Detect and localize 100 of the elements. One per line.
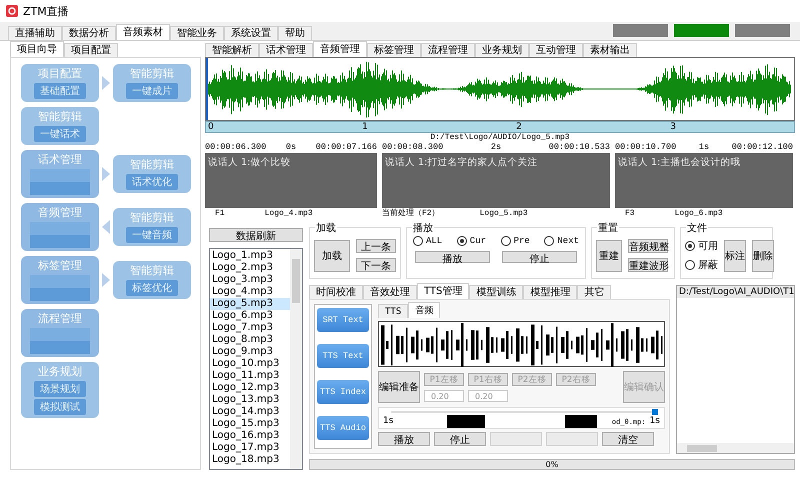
- main-tab[interactable]: 音频素材: [116, 24, 170, 40]
- redaction-block: [447, 415, 485, 428]
- file-path: D:/Test\Logo/AUDIO/Logo_5.mp3: [430, 133, 570, 142]
- file-item[interactable]: Logo_10.mp3: [210, 358, 290, 370]
- reset-button[interactable]: 音频规整: [628, 239, 668, 253]
- file-item[interactable]: Logo_9.mp3: [210, 346, 290, 358]
- tool-tab[interactable]: 其它: [577, 285, 612, 299]
- segment-file: Logo_4.mp3: [264, 208, 313, 219]
- tool-tab[interactable]: 模型推理: [523, 285, 578, 299]
- flow-card-title: 话术管理: [38, 152, 82, 167]
- file-item[interactable]: Logo_13.mp3: [210, 394, 290, 406]
- app-logo-icon: [6, 5, 18, 17]
- segment-text: 说话人 1:做个比较: [205, 153, 377, 208]
- action-button[interactable]: 停止: [434, 432, 486, 446]
- main-tab[interactable]: 数据分析: [62, 26, 116, 40]
- audio-tab[interactable]: 音频管理: [313, 41, 367, 57]
- flow-card-title: 项目配置: [38, 66, 82, 81]
- action-button[interactable]: 播放: [378, 432, 430, 446]
- file-item[interactable]: Logo_1.mp3: [210, 250, 290, 262]
- file-button[interactable]: 标注: [724, 240, 746, 272]
- nav-button[interactable]: 上一条: [356, 239, 396, 253]
- main-tab[interactable]: 智能业务: [170, 26, 224, 40]
- panel-tab[interactable]: 项目向导: [10, 41, 64, 57]
- file-button[interactable]: 删除: [752, 240, 774, 272]
- play-control-button[interactable]: 播放: [415, 251, 490, 263]
- load-button[interactable]: 加载: [314, 240, 350, 272]
- audio-tab[interactable]: 流程管理: [421, 43, 475, 57]
- file-item[interactable]: Logo_4.mp3: [210, 286, 290, 298]
- slider-thumb[interactable]: [652, 409, 658, 415]
- reset-button[interactable]: 重建波形: [628, 258, 668, 272]
- tts-tab[interactable]: TTS: [378, 304, 408, 318]
- flow-card-title: 业务规划: [38, 364, 82, 379]
- horizontal-scrollbar[interactable]: [677, 443, 794, 453]
- slot-label: F3: [625, 208, 635, 219]
- file-item[interactable]: Logo_11.mp3: [210, 370, 290, 382]
- segment-text: 说话人 1:主播也会设计的哦: [615, 153, 793, 208]
- timeline-tick: 3: [670, 122, 676, 132]
- main-tab[interactable]: 系统设置: [224, 26, 278, 40]
- mode-radio[interactable]: ALL: [413, 236, 442, 246]
- mode-radio[interactable]: Next: [544, 236, 579, 246]
- total-time: 1s: [650, 416, 660, 426]
- file-item[interactable]: Logo_5.mp3: [210, 298, 290, 310]
- rebuild-button[interactable]: 重建: [596, 240, 622, 272]
- audio-tab[interactable]: 标签管理: [367, 43, 421, 57]
- file-item[interactable]: Logo_6.mp3: [210, 310, 290, 322]
- edit-prepare-button[interactable]: 编辑准备: [378, 371, 420, 403]
- end-time: 00:00:10.533: [548, 142, 610, 153]
- radio-dot[interactable]: [500, 236, 511, 246]
- play-control-button[interactable]: 停止: [502, 251, 577, 263]
- radio-dot[interactable]: [544, 236, 554, 246]
- status-radio[interactable]: 可用: [685, 239, 718, 253]
- main-tab[interactable]: 直播辅助: [8, 26, 62, 40]
- file-item[interactable]: Logo_2.mp3: [210, 262, 290, 274]
- nav-button[interactable]: 下一条: [356, 258, 396, 272]
- tool-tab[interactable]: 模型训练: [469, 285, 524, 299]
- flow-card-title: 标签管理: [38, 258, 82, 273]
- mode-radio[interactable]: Cur: [456, 236, 486, 246]
- tts-tab[interactable]: 音频: [408, 302, 440, 318]
- main-tab[interactable]: 帮助: [278, 26, 312, 40]
- status-radio[interactable]: 屏蔽: [685, 258, 718, 272]
- tool-tab[interactable]: 时间校准: [309, 285, 363, 299]
- file-item[interactable]: Logo_12.mp3: [210, 382, 290, 394]
- slider-track[interactable]: [391, 409, 658, 415]
- file-item[interactable]: Logo_15.mp3: [210, 418, 290, 430]
- audio-tab[interactable]: 智能解析: [205, 43, 259, 57]
- tool-tab[interactable]: TTS管理: [417, 283, 470, 299]
- file-item[interactable]: Logo_3.mp3: [210, 274, 290, 286]
- radio-dot[interactable]: [685, 260, 695, 270]
- audio-tab[interactable]: 话术管理: [259, 43, 313, 57]
- flow-card-title: 流程管理: [38, 311, 82, 326]
- radio-dot[interactable]: [685, 241, 695, 251]
- radio-dot[interactable]: [456, 236, 467, 246]
- duration: 0s: [286, 142, 296, 153]
- group-title: 文件: [686, 221, 708, 235]
- refresh-button[interactable]: 数据刷新: [209, 228, 303, 242]
- start-time: 00:00:06.300: [205, 142, 266, 153]
- end-time: 00:00:07.166: [316, 142, 377, 153]
- blurred-content: [30, 222, 90, 248]
- segment-text: 说话人 1:打过名字的家人点个关注: [382, 153, 610, 208]
- redaction-block: [565, 415, 597, 428]
- mode-radio[interactable]: Pre: [500, 236, 530, 246]
- scrollbar[interactable]: [290, 249, 302, 469]
- audio-tab[interactable]: 业务规划: [475, 43, 529, 57]
- slot-label: 当前处理（F2）: [382, 208, 440, 219]
- group-title: 重置: [597, 221, 619, 235]
- audio-tab[interactable]: 素材输出: [583, 43, 637, 57]
- panel-tab[interactable]: 项目配置: [64, 43, 118, 57]
- radio-dot[interactable]: [413, 236, 423, 246]
- file-item[interactable]: Logo_16.mp3: [210, 430, 290, 442]
- action-button[interactable]: 清空: [602, 432, 654, 446]
- file-item[interactable]: Logo_14.mp3: [210, 406, 290, 418]
- file-item[interactable]: Logo_18.mp3: [210, 454, 290, 466]
- blurred-content: [30, 328, 90, 354]
- file-item[interactable]: Logo_17.mp3: [210, 442, 290, 454]
- timeline-tick: 0: [208, 122, 214, 132]
- file-item[interactable]: Logo_8.mp3: [210, 334, 290, 346]
- tool-tab[interactable]: 音效处理: [363, 285, 417, 299]
- audio-tab[interactable]: 互动管理: [529, 43, 583, 57]
- file-item[interactable]: Logo_7.mp3: [210, 322, 290, 334]
- slot-label: F1: [215, 208, 225, 219]
